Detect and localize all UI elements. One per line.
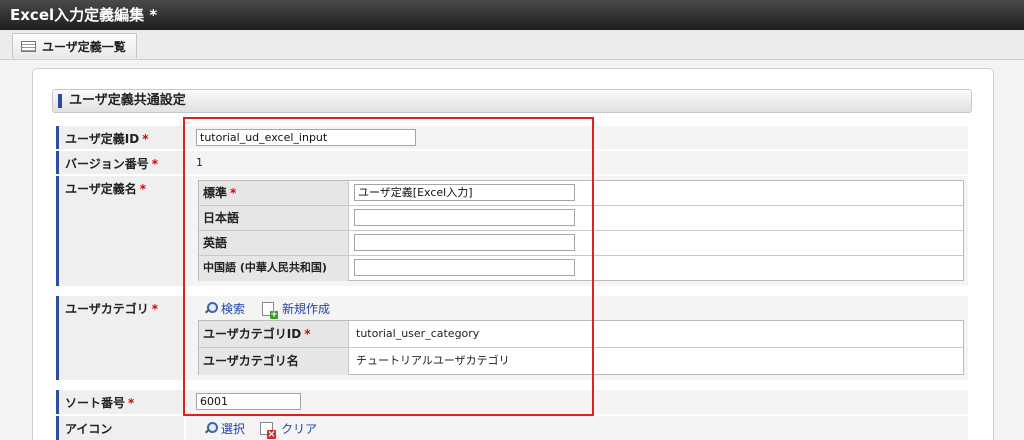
category-search-link[interactable]: 検索 — [204, 300, 245, 317]
icon-select-link[interactable]: 選択 — [204, 420, 245, 437]
category-name-row: ユーザカテゴリ名 チュートリアルユーザカテゴリ — [199, 348, 963, 375]
field-label: バージョン番号 * — [56, 151, 184, 174]
sort-no-input[interactable]: 6001 — [196, 393, 301, 410]
field-label: ユーザ定義ID * — [56, 126, 184, 149]
category-id-row: ユーザカテゴリID * tutorial_user_category — [199, 321, 963, 348]
clear-icon — [260, 422, 276, 439]
required-mark: * — [151, 157, 159, 171]
field-label: アイコン — [56, 416, 184, 440]
search-icon — [204, 422, 218, 435]
new-document-icon — [262, 301, 278, 319]
version-value: 1 — [196, 156, 203, 169]
required-mark: * — [139, 182, 147, 196]
localized-name-table: 標準 * ユーザ定義[Excel入力] 日本語 英語 中国語 (中華人民共和国) — [198, 180, 964, 281]
name-english-input[interactable] — [354, 234, 575, 251]
row-icon: アイコン 選択 クリア — [56, 416, 968, 440]
row-user-def-name: ユーザ定義名 * 標準 * ユーザ定義[Excel入力] 日本語 英語 中国語 (中… — [56, 176, 968, 286]
tab-user-definition-list[interactable]: ユーザ定義一覧 — [12, 33, 137, 58]
name-row-standard: 標準 * ユーザ定義[Excel入力] — [199, 181, 963, 206]
row-sort-no: ソート番号 * 6001 — [56, 390, 968, 414]
user-def-id-input[interactable]: tutorial_ud_excel_input — [196, 129, 416, 146]
name-chinese-input[interactable] — [354, 259, 575, 276]
icon-clear-link[interactable]: クリア — [260, 420, 317, 439]
required-mark: * — [304, 327, 311, 341]
name-standard-input[interactable]: ユーザ定義[Excel入力] — [354, 184, 575, 201]
required-mark: * — [230, 186, 237, 200]
section-header: ユーザ定義共通設定 — [52, 89, 972, 113]
field-label: ソート番号 * — [56, 390, 184, 414]
row-version: バージョン番号 * 1 — [56, 151, 968, 174]
required-mark: * — [142, 132, 149, 146]
name-row-chinese: 中国語 (中華人民共和国) — [199, 256, 963, 281]
name-row-english: 英語 — [199, 231, 963, 256]
search-icon — [204, 302, 218, 315]
category-table: ユーザカテゴリID * tutorial_user_category ユーザカテゴ… — [198, 320, 964, 375]
list-icon — [21, 40, 36, 52]
required-mark: * — [151, 302, 159, 316]
field-label: ユーザ定義名 * — [56, 176, 184, 286]
name-japanese-input[interactable] — [354, 209, 575, 226]
row-user-def-id: ユーザ定義ID * tutorial_ud_excel_input — [56, 126, 968, 149]
tab-label: ユーザ定義一覧 — [42, 39, 126, 54]
category-name-value: チュートリアルユーザカテゴリ — [356, 354, 510, 367]
section-title: ユーザ定義共通設定 — [69, 93, 186, 108]
required-mark: * — [128, 396, 135, 410]
field-label: ユーザカテゴリ * — [56, 296, 184, 380]
category-id-value: tutorial_user_category — [356, 327, 480, 340]
row-user-category: ユーザカテゴリ* 検索 新規作成 ユーザカテゴリID* tutorial_use… — [56, 296, 968, 380]
category-new-link[interactable]: 新規作成 — [262, 300, 330, 319]
window-title: Excel入力定義編集 * — [0, 0, 1024, 30]
name-row-japanese: 日本語 — [199, 206, 963, 231]
tab-bar: ユーザ定義一覧 — [0, 30, 1024, 60]
